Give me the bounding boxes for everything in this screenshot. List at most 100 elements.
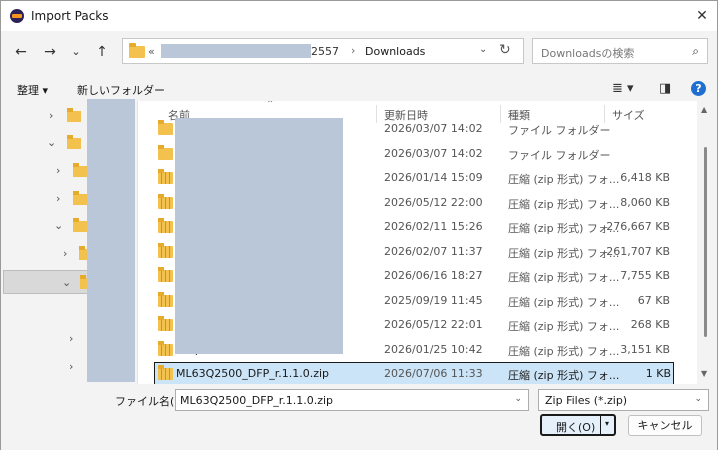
chevron-down-icon[interactable]: ⌄ <box>694 394 702 404</box>
folder-icon <box>158 144 173 160</box>
close-icon[interactable]: ✕ <box>687 1 717 31</box>
command-toolbar: 整理 ▾ 新しいフォルダー ≣ ▾ ◨ <box>1 77 717 101</box>
new-folder-button[interactable]: 新しいフォルダー <box>77 82 165 98</box>
chevron-down-icon[interactable]: ⌄ <box>514 394 522 404</box>
view-options-icon[interactable]: ≣ ▾ <box>612 81 634 96</box>
cancel-button[interactable]: キャンセル <box>628 415 702 436</box>
zip-folder-icon <box>158 218 173 233</box>
split-divider <box>600 416 601 434</box>
folder-icon <box>73 218 87 232</box>
file-size-cell: 268 KB <box>590 318 670 331</box>
file-size: 67 KB <box>637 293 670 307</box>
file-size-cell: 276,667 KB <box>590 220 670 233</box>
search-icon[interactable]: ⌕ <box>692 44 699 59</box>
file-size: 276,667 KB <box>606 220 670 233</box>
scroll-up-icon[interactable]: ▲ <box>701 105 707 114</box>
file-size: 8,060 KB <box>620 195 670 209</box>
file-size-cell: 6,418 KB <box>590 171 670 184</box>
table-row-selected[interactable]: ML63Q2500_DFP_r.1.1.0.zip 2026/07/06 11:3… <box>154 362 674 384</box>
file-size: 3,151 KB <box>620 342 670 356</box>
organize-button[interactable]: 整理 ▾ <box>17 82 48 98</box>
zip-folder-icon <box>158 340 173 356</box>
folder-icon <box>67 108 81 122</box>
zip-folder-icon <box>158 267 173 282</box>
file-size-cell: 67 KB <box>590 294 670 307</box>
file-size-cell: 3,151 KB <box>590 343 670 356</box>
folder-icon <box>73 191 87 205</box>
open-button[interactable]: 開く(O) ▾ <box>540 414 616 436</box>
address-segment[interactable]: 2557 <box>311 45 339 58</box>
file-list[interactable]: ⌃ 名前 更新日時 種類 サイズ R2026/03/07 14:02ファイル フ… <box>137 101 697 384</box>
chevron-down-icon[interactable]: ⌄ <box>479 44 487 55</box>
recent-locations-icon[interactable]: ⌄ <box>65 41 87 63</box>
file-date: 2026/02/11 15:26 <box>384 220 483 233</box>
folder-icon <box>129 43 145 58</box>
file-size-cell: 261,707 KB <box>590 245 670 258</box>
address-bar[interactable]: « 2557 › Downloads ⌄ ↻ <box>122 38 524 64</box>
file-type: ファイル フォルダー <box>508 148 611 162</box>
preview-pane-icon[interactable]: ◨ <box>659 81 671 96</box>
filetype-value[interactable]: Zip Files (*.zip) <box>545 394 627 407</box>
back-arrow-icon[interactable]: ← <box>10 41 32 63</box>
eclipse-app-icon <box>10 9 24 23</box>
file-date: 2026/03/07 14:02 <box>384 146 483 160</box>
filename-input[interactable]: ML63Q2500_DFP_r.1.1.0.zip ⌄ <box>175 389 529 411</box>
file-name: ML63Q2500_DFP_r.1.1.0.zip <box>176 367 330 380</box>
window-title: Import Packs <box>31 9 109 23</box>
chevron-down-icon[interactable]: ⌄ <box>47 136 56 149</box>
file-date: 2026/05/12 22:01 <box>384 318 483 331</box>
address-current-folder[interactable]: Downloads <box>365 45 425 58</box>
file-date: 2026/03/07 14:02 <box>384 122 483 135</box>
file-size: 7,755 KB <box>620 269 670 282</box>
chevron-right-icon[interactable]: › <box>49 109 53 122</box>
zip-folder-icon <box>158 242 173 258</box>
forward-arrow-icon[interactable]: → <box>39 41 61 63</box>
file-size-cell: 8,060 KB <box>590 196 670 209</box>
filename-value[interactable]: ML63Q2500_DFP_r.1.1.0.zip <box>180 394 333 407</box>
chevron-down-icon[interactable]: ⌄ <box>54 219 63 232</box>
sort-ascending-icon: ⌃ <box>266 101 275 110</box>
file-date: 2026/07/06 11:33 <box>384 367 483 380</box>
file-date: 2026/01/25 10:42 <box>384 342 483 356</box>
chevron-right-icon[interactable]: › <box>56 192 60 205</box>
open-options-icon[interactable]: ▾ <box>605 419 609 428</box>
redacted-path <box>161 44 311 58</box>
chevron-right-icon[interactable]: › <box>351 44 355 57</box>
chevron-right-icon[interactable]: › <box>69 360 73 373</box>
chevron-right-icon[interactable]: › <box>69 332 73 345</box>
scroll-down-icon[interactable]: ▼ <box>701 369 707 378</box>
zip-folder-icon <box>158 169 173 184</box>
zip-folder-icon <box>158 291 173 307</box>
chevron-down-icon[interactable]: ⌄ <box>62 276 71 289</box>
filetype-select[interactable]: Zip Files (*.zip) ⌄ <box>538 389 709 411</box>
chevron-right-icon[interactable]: › <box>63 247 67 260</box>
file-date: 2026/02/07 11:37 <box>384 244 483 258</box>
zip-folder-icon <box>158 316 173 331</box>
search-box[interactable]: Downloadsの検索 ⌕ <box>532 38 708 64</box>
address-overflow-icon[interactable]: « <box>148 45 155 58</box>
file-size-cell: 1 KB <box>591 367 671 380</box>
file-size: 6,418 KB <box>620 171 670 184</box>
redacted-file-names <box>175 118 343 354</box>
refresh-icon[interactable]: ↻ <box>499 42 511 58</box>
redacted-nav-labels <box>87 99 135 382</box>
chevron-right-icon[interactable]: › <box>56 164 60 177</box>
folder-icon <box>158 120 173 135</box>
file-date: 2026/05/12 22:00 <box>384 195 483 209</box>
file-type: ファイル フォルダー <box>508 124 611 137</box>
file-size-cell: 7,755 KB <box>590 269 670 282</box>
zip-folder-icon <box>158 365 173 380</box>
file-date: 2026/06/16 18:27 <box>384 269 483 282</box>
open-button-label[interactable]: 開く(O) <box>556 419 595 435</box>
help-icon[interactable]: ? <box>691 81 706 96</box>
up-arrow-icon[interactable]: ↑ <box>91 41 113 63</box>
file-size: 268 KB <box>630 318 670 331</box>
file-size: 261,707 KB <box>606 244 670 258</box>
folder-icon <box>67 135 81 149</box>
vertical-scrollbar[interactable] <box>704 147 707 337</box>
search-input[interactable]: Downloadsの検索 <box>541 45 634 61</box>
title-bar: Import Packs ✕ <box>1 1 717 31</box>
zip-folder-icon <box>158 193 173 209</box>
file-dialog: Import Packs ✕ ← → ⌄ ↑ « 2557 › Download… <box>0 0 718 450</box>
file-size: 1 KB <box>645 367 671 380</box>
